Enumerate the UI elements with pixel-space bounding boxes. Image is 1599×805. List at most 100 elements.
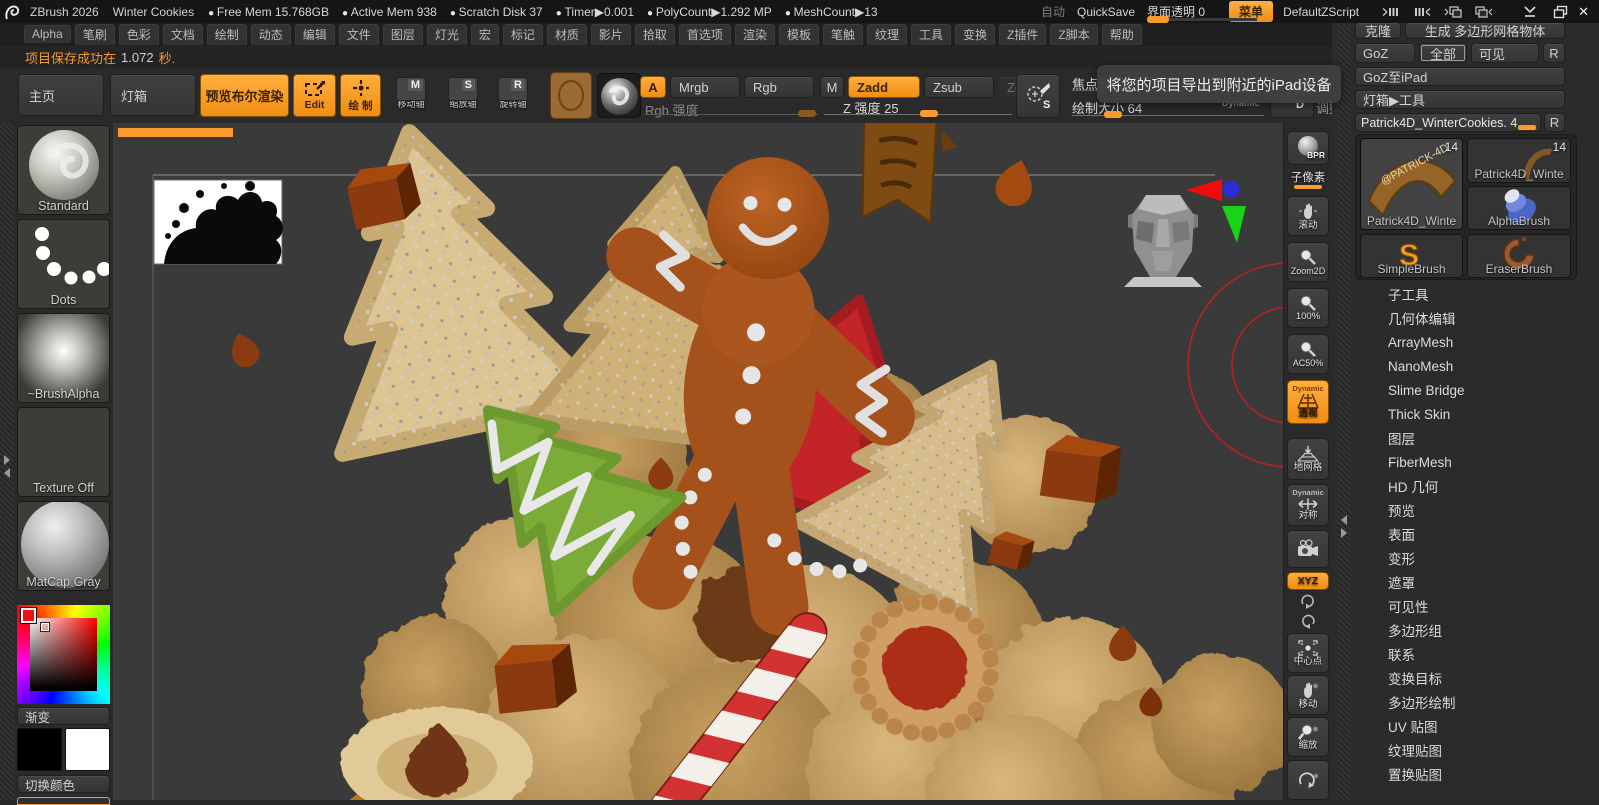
menu-item[interactable]: 影片 (590, 23, 631, 46)
rotate-y-icon[interactable] (1287, 592, 1329, 610)
menu-item[interactable]: 色彩 (118, 23, 159, 46)
mrgb-button[interactable]: Mrgb (670, 76, 740, 98)
section-item[interactable]: Slime Bridge (1352, 378, 1599, 402)
panel-collapse-left-icon[interactable] (1442, 4, 1464, 20)
tray-divider[interactable] (1337, 20, 1351, 800)
scale-gyro-button[interactable]: S 缩放轴 (440, 77, 486, 121)
active-tool-slider[interactable]: Patrick4D_WinterCookies. 4 (1355, 113, 1541, 132)
section-item[interactable]: 多边形组 (1352, 618, 1599, 642)
color-picker-cursor[interactable] (40, 622, 50, 632)
left-tray-collapse-arrows[interactable] (2, 455, 12, 478)
main-color-swatch[interactable] (17, 728, 62, 771)
color-picker[interactable] (17, 605, 110, 704)
divider-left-icon[interactable] (1380, 4, 1402, 20)
goz-ipad-button[interactable]: GoZ至iPad (1355, 67, 1565, 86)
subpixel-handle[interactable] (1294, 185, 1322, 189)
section-item[interactable]: HD 几何 (1352, 474, 1599, 498)
menu-item[interactable]: 模板 (778, 23, 819, 46)
draw-size-handle[interactable] (1104, 111, 1122, 118)
alpha-mode-button[interactable]: A (640, 76, 666, 98)
restore-button[interactable] (1550, 4, 1572, 20)
menu-item[interactable]: 帮助 (1101, 23, 1142, 46)
zoom2d-button[interactable]: Zoom2D (1287, 242, 1329, 282)
switch-color-button[interactable]: 切换颜色 (17, 775, 110, 793)
clone-button[interactable]: 克隆 (1355, 22, 1401, 39)
m-button[interactable]: M (820, 76, 844, 98)
menu-item[interactable]: 变换 (955, 23, 996, 46)
gradient-button[interactable]: 渐变 (17, 707, 110, 725)
current-alpha-button[interactable]: ~BrushAlpha (17, 313, 110, 403)
symmetry-button[interactable]: Dynamic 对称 (1287, 484, 1329, 526)
section-item[interactable]: 遮罩 (1352, 570, 1599, 594)
section-item[interactable]: ArrayMesh (1352, 330, 1599, 354)
menu-item[interactable]: 文件 (338, 23, 379, 46)
lightbox-divider-bar[interactable] (118, 128, 233, 137)
section-item[interactable]: Thick Skin (1352, 402, 1599, 426)
zoom-view-button[interactable]: 缩放 (1287, 717, 1329, 757)
current-stroke-button[interactable]: Dots (17, 219, 110, 309)
goz-r-button[interactable]: R (1543, 43, 1565, 63)
section-item[interactable]: UV 贴图 (1352, 714, 1599, 738)
tool-thumbnail[interactable]: 14 Patrick4D_Winte (1467, 138, 1571, 183)
goz-all-button[interactable]: 全部 (1419, 43, 1467, 63)
current-material-button[interactable]: MatCap Gray (17, 501, 110, 591)
z-intensity-handle[interactable] (920, 110, 938, 117)
goz-button[interactable]: GoZ (1355, 43, 1415, 63)
antialiased-half-button[interactable]: AC50% (1287, 334, 1329, 374)
rgb-intensity-handle[interactable] (798, 110, 816, 117)
section-item[interactable]: 图层 (1352, 426, 1599, 450)
menu-item[interactable]: 拾取 (634, 23, 675, 46)
section-item[interactable]: 表面 (1352, 522, 1599, 546)
section-item[interactable]: 变换目标 (1352, 666, 1599, 690)
draw-button[interactable]: 绘 制 (340, 74, 381, 117)
minimize-button[interactable] (1519, 4, 1541, 20)
menu-item[interactable]: 灯光 (426, 23, 467, 46)
menu-item[interactable]: 渲染 (734, 23, 775, 46)
section-item[interactable]: 纹理贴图 (1352, 738, 1599, 762)
goz-visible-button[interactable]: 可见 (1471, 43, 1539, 63)
menu-item[interactable]: 宏 (470, 23, 499, 46)
menu-item[interactable]: 编辑 (294, 23, 335, 46)
camera-button[interactable] (1287, 530, 1329, 568)
menu-item[interactable]: 材质 (546, 23, 587, 46)
brush-preview-button[interactable] (550, 72, 592, 119)
active-tool-thumbnail[interactable]: @PATRICK-4D 14 Patrick4D_Winte (1360, 138, 1463, 230)
simplebrush-thumbnail[interactable]: S SimpleBrush (1360, 234, 1463, 278)
menu-item[interactable]: Z脚本 (1050, 23, 1098, 46)
alphabrush-thumbnail[interactable]: AlphaBrush (1467, 186, 1571, 230)
material-preview-button[interactable] (597, 73, 641, 118)
zsub-button[interactable]: Zsub (924, 76, 994, 98)
section-item[interactable]: NanoMesh (1352, 354, 1599, 378)
make-polymesh-button[interactable]: 生成 多边形网格物体 (1405, 22, 1565, 39)
menu-item[interactable]: 笔刷 (74, 23, 115, 46)
zadd-button[interactable]: Zadd (848, 76, 920, 98)
preview-boolean-button[interactable]: 预览布尔渲染 (200, 74, 289, 117)
menu-item[interactable]: 动态 (250, 23, 291, 46)
menu-item[interactable]: 绘制 (206, 23, 247, 46)
move-gyro-button[interactable]: M 移动轴 (388, 77, 434, 121)
frame-center-button[interactable]: 中心点 (1287, 633, 1329, 673)
rgb-button[interactable]: Rgb (744, 76, 814, 98)
perspective-button[interactable]: Dynamic 透视 (1287, 380, 1329, 424)
edit-button[interactable]: Edit (293, 74, 336, 117)
ui-opacity-track[interactable] (1147, 16, 1258, 23)
section-item[interactable]: 多边形绘制 (1352, 690, 1599, 714)
section-item[interactable]: 子工具 (1352, 282, 1599, 306)
section-item[interactable]: 可见性 (1352, 594, 1599, 618)
tool-slider-r-button[interactable]: R (1544, 113, 1565, 132)
section-item[interactable]: 置换贴图 (1352, 762, 1599, 786)
section-item[interactable]: 几何体编辑 (1352, 306, 1599, 330)
close-button[interactable]: ✕ (1572, 4, 1599, 20)
lightbox-tool-button[interactable]: 灯箱▶工具 (1355, 90, 1565, 109)
scroll-button[interactable]: 滚动 (1287, 196, 1329, 236)
section-item[interactable]: FiberMesh (1352, 450, 1599, 474)
lightbox-button[interactable]: 灯箱 (110, 74, 196, 116)
stroke-popup-button[interactable]: S (1016, 74, 1060, 118)
menu-item[interactable]: 标记 (502, 23, 543, 46)
menu-item[interactable]: 工具 (911, 23, 952, 46)
quicksave-button[interactable]: QuickSave (1077, 5, 1135, 19)
bpr-render-button[interactable]: BPR (1287, 131, 1329, 165)
current-brush-button[interactable]: Standard (17, 125, 110, 215)
tray-collapse-arrows[interactable] (1339, 515, 1349, 538)
divider-right-icon[interactable] (1411, 4, 1433, 20)
